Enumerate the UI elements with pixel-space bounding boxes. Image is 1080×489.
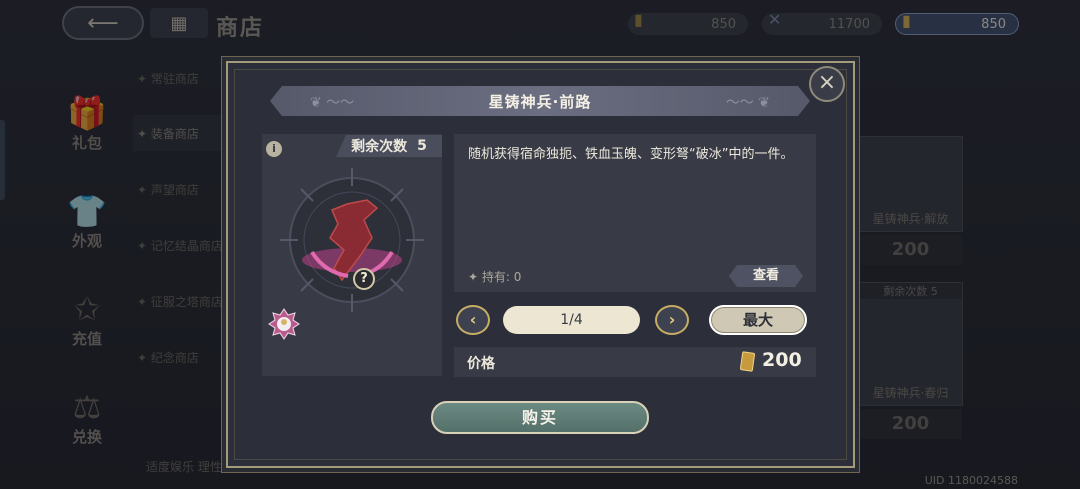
view-button[interactable]: 查看 [729,265,803,287]
decrease-button[interactable]: ‹ [456,305,490,335]
ornament-icon: ❦ ～～ [310,95,355,111]
rank-badge-icon [268,308,300,340]
dialog-title-bar: ❦ ～～ 星铸神兵·前路 ～～ ❦ [270,86,810,116]
item-description: 随机获得宿命独扼、铁血玉魄、变形弩“破冰”中的一件。 [468,147,794,162]
quantity-display[interactable]: 1/4 [503,306,640,334]
buy-button[interactable]: 购买 [431,401,649,434]
weapon-chest-icon [280,168,424,312]
dialog-title: 星铸神兵·前路 [488,92,592,111]
remaining-label: 剩余次数 [351,139,408,155]
remaining-count-tag: 剩余次数 5 [336,135,442,157]
price-value: 200 [762,349,802,371]
increase-button[interactable]: › [655,305,689,335]
question-badge: ? [353,268,375,290]
owned-count: ✦ 持有: 0 [468,270,522,284]
ornament-icon: ～～ ❦ [725,95,770,111]
max-button[interactable]: 最大 [709,305,807,335]
chevron-right-icon: › [668,310,676,329]
shop-screen: ⟵ ▦ 商店 ▮ 850 ✕ 11700 ▮ 850 🎁 礼包 👕 外观 ✩ 充… [0,0,1080,489]
chevron-left-icon: ‹ [469,310,477,329]
price-label: 价格 [467,356,495,372]
info-icon[interactable]: i [266,141,282,157]
close-button[interactable]: × [809,66,845,102]
ticket-icon [739,351,756,372]
remaining-value: 5 [417,138,427,154]
close-icon: × [817,70,837,95]
